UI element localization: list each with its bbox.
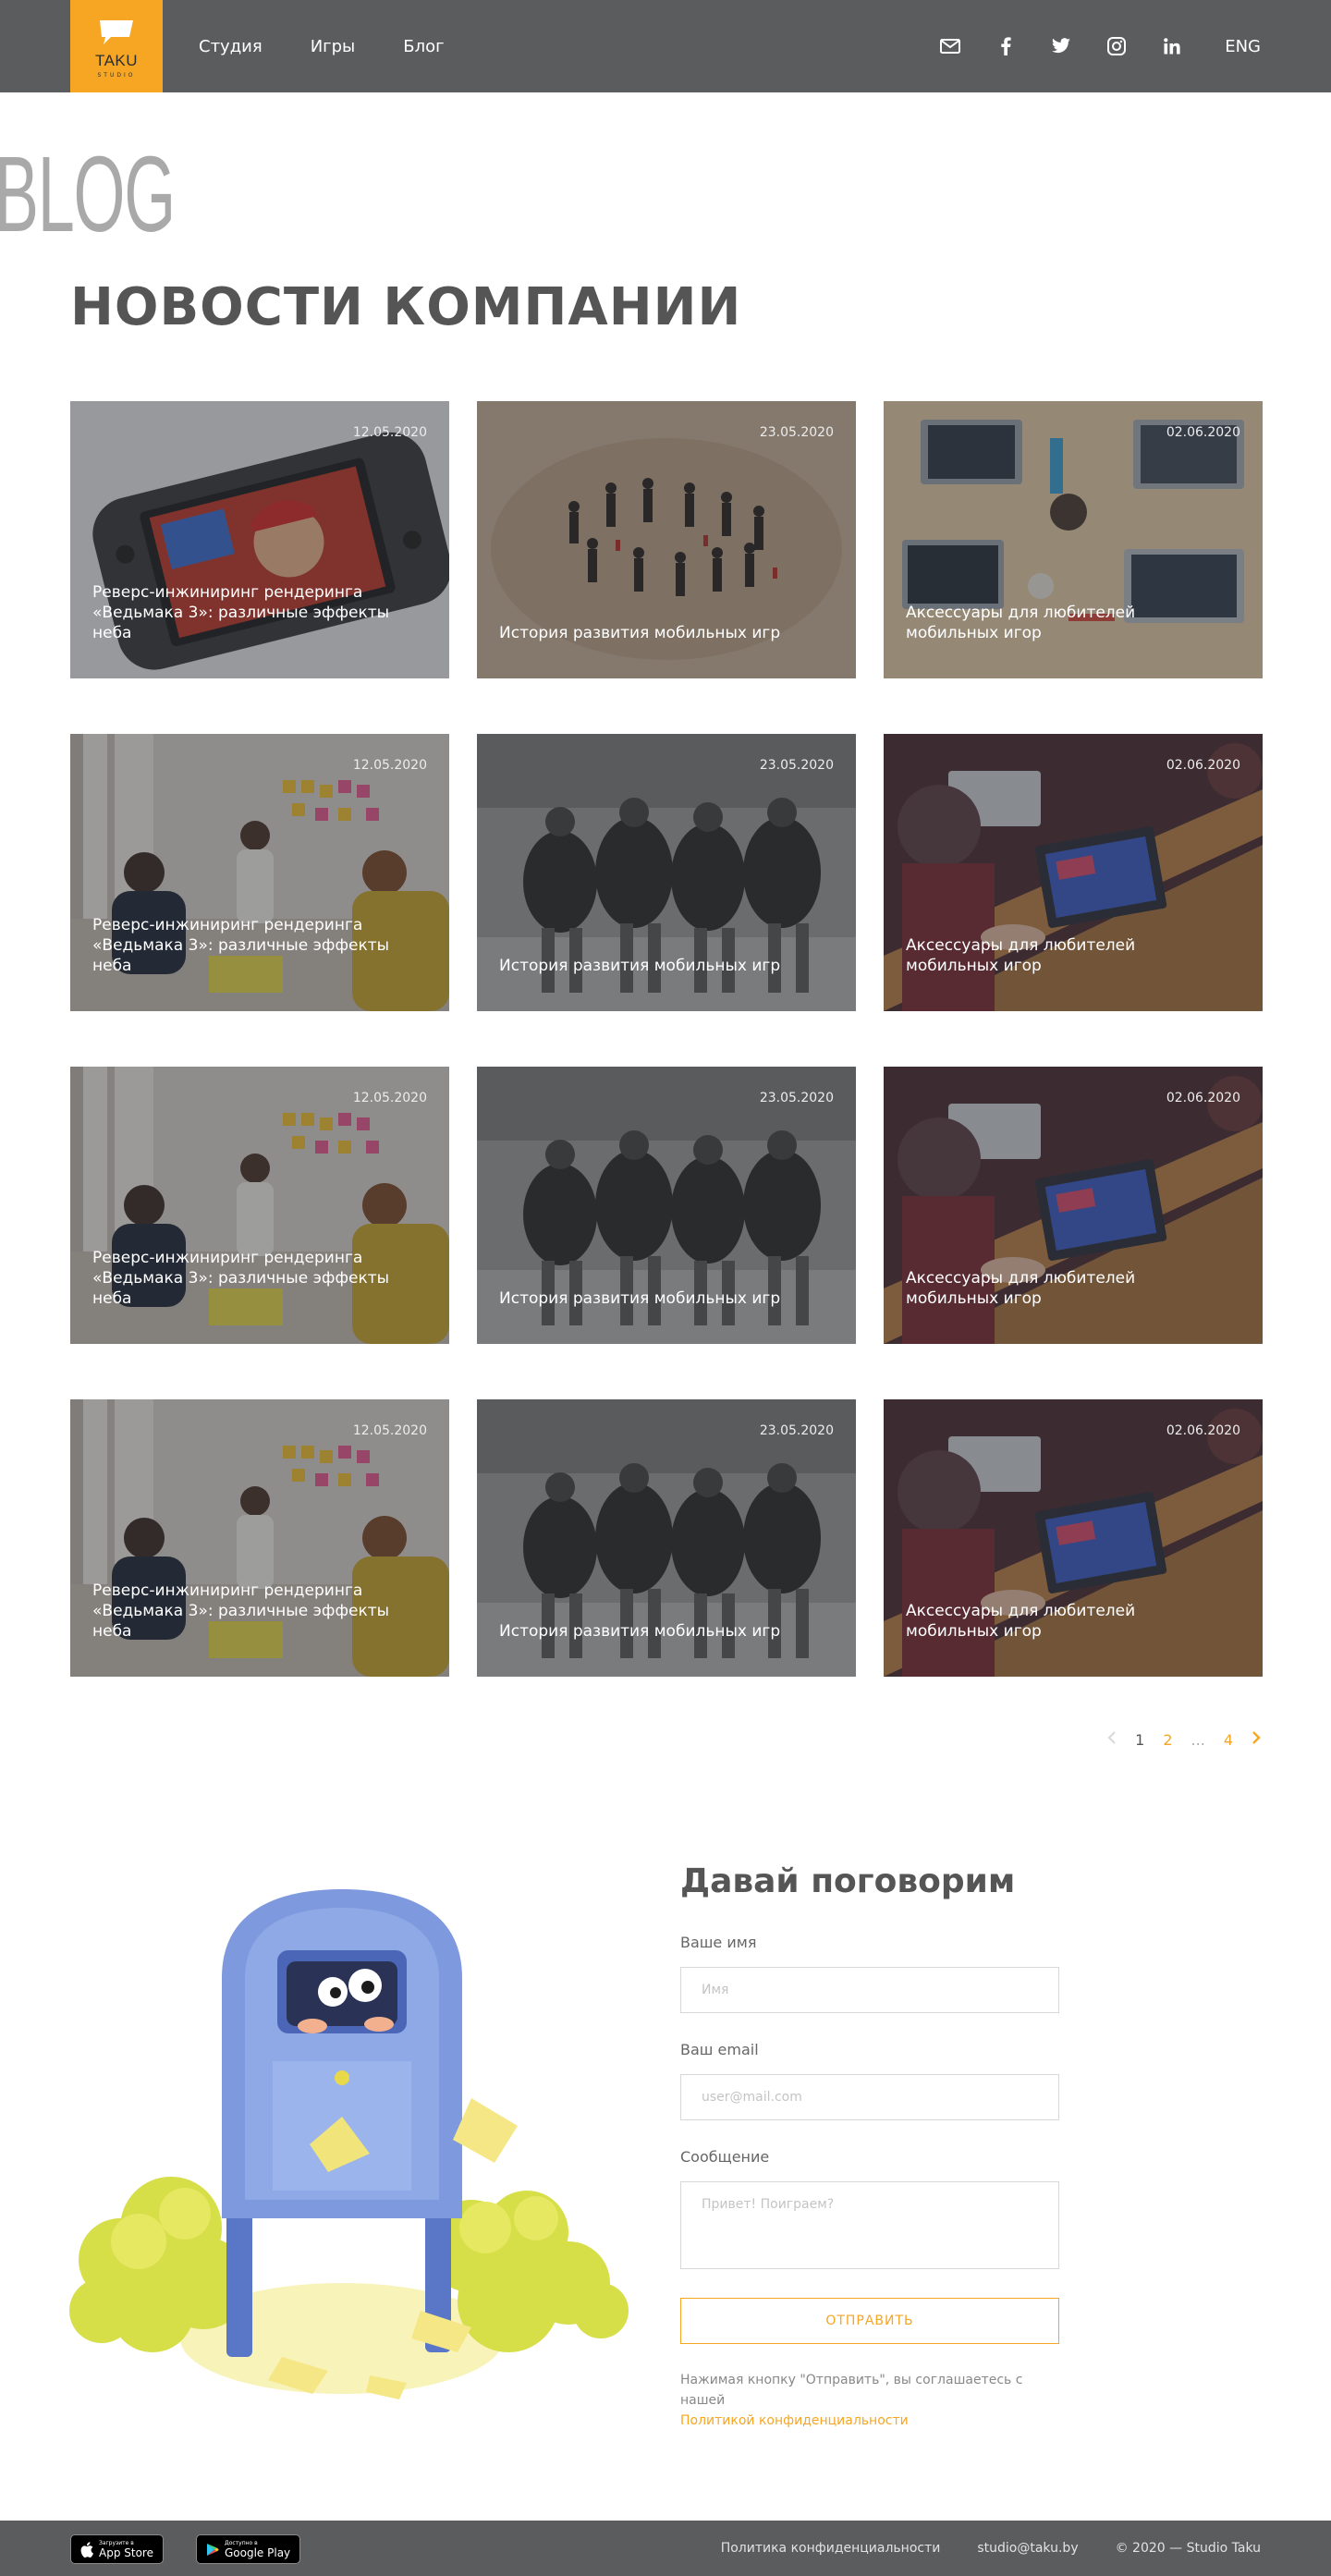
site-footer: Загрузите в App Store Доступно в Google … bbox=[0, 2521, 1331, 2576]
news-card[interactable]: 12.05.2020 Реверс-инжиниринг рендеринга «… bbox=[70, 734, 449, 1011]
nav-games[interactable]: Игры bbox=[311, 37, 356, 56]
mailbox-illustration bbox=[69, 1889, 629, 2399]
logo-subtext: STUDIO bbox=[97, 72, 136, 79]
message-label: Сообщение bbox=[680, 2148, 770, 2166]
main-nav: Студия Игры Блог bbox=[199, 0, 445, 92]
card-title[interactable]: Аксессуары для любителей мобильных игор bbox=[906, 1601, 1220, 1642]
page-2[interactable]: 2 bbox=[1163, 1731, 1172, 1749]
news-card[interactable]: 23.05.2020 История развития мобильных игр bbox=[477, 401, 856, 678]
news-card[interactable]: 02.06.2020 Аксессуары для любителей мобил… bbox=[884, 1067, 1263, 1344]
footer-email-link[interactable]: studio@taku.by bbox=[977, 2541, 1078, 2556]
header-actions: ENG bbox=[938, 0, 1261, 92]
card-title[interactable]: История развития мобильных игр bbox=[499, 1288, 813, 1309]
pagination: 1 2 ... 4 bbox=[1107, 1730, 1261, 1749]
submit-button[interactable]: ОТПРАВИТЬ bbox=[680, 2298, 1059, 2344]
app-store-badge[interactable]: Загрузите в App Store bbox=[70, 2534, 164, 2564]
card-title[interactable]: Реверс-инжиниринг рендеринга «Ведьмака 3… bbox=[92, 1581, 407, 1642]
card-date: 12.05.2020 bbox=[352, 425, 427, 440]
facebook-icon[interactable] bbox=[994, 34, 1018, 58]
card-title[interactable]: Реверс-инжиниринг рендеринга «Ведьмака 3… bbox=[92, 582, 407, 643]
page-ellipsis: ... bbox=[1191, 1730, 1205, 1749]
instagram-icon[interactable] bbox=[1105, 34, 1129, 58]
page-1[interactable]: 1 bbox=[1135, 1731, 1144, 1749]
appstore-small-text: Загрузите в bbox=[99, 2539, 134, 2546]
news-card[interactable]: 23.05.2020 История развития мобильных игр bbox=[477, 1067, 856, 1344]
google-play-icon bbox=[207, 2543, 219, 2556]
message-textarea[interactable] bbox=[680, 2181, 1059, 2269]
taku-logo[interactable]: TAKU STUDIO bbox=[70, 0, 163, 92]
blog-watermark: BLOG bbox=[0, 134, 176, 254]
email-label: Ваш email bbox=[680, 2041, 759, 2058]
card-date: 02.06.2020 bbox=[1166, 1423, 1240, 1438]
privacy-policy-link[interactable]: Политикой конфиденциальности bbox=[680, 2413, 909, 2428]
footer-privacy-link[interactable]: Политика конфиденциальности bbox=[721, 2541, 941, 2556]
googleplay-big-text: Google Play bbox=[225, 2545, 291, 2559]
news-card[interactable]: 02.06.2020 Аксессуары для любителей мобил… bbox=[884, 401, 1263, 678]
card-title[interactable]: История развития мобильных игр bbox=[499, 956, 813, 976]
google-play-badge[interactable]: Доступно в Google Play bbox=[196, 2534, 301, 2564]
page-title: НОВОСТИ КОМПАНИИ bbox=[70, 277, 742, 337]
nav-blog[interactable]: Блог bbox=[403, 37, 444, 56]
card-date: 02.06.2020 bbox=[1166, 1091, 1240, 1105]
logo-bubble-icon bbox=[100, 20, 133, 44]
card-date: 23.05.2020 bbox=[759, 1423, 834, 1438]
language-switch[interactable]: ENG bbox=[1225, 37, 1261, 56]
news-card[interactable]: 23.05.2020 История развития мобильных игр bbox=[477, 1399, 856, 1677]
card-title[interactable]: Аксессуары для любителей мобильных игор bbox=[906, 1268, 1220, 1309]
twitter-icon[interactable] bbox=[1049, 34, 1073, 58]
card-title[interactable]: История развития мобильных игр bbox=[499, 623, 813, 643]
footer-copyright: © 2020 — Studio Taku bbox=[1115, 2541, 1261, 2556]
news-card[interactable]: 12.05.2020 Реверс-инжиниринг рендеринга «… bbox=[70, 401, 449, 678]
card-date: 12.05.2020 bbox=[352, 1423, 427, 1438]
card-date: 12.05.2020 bbox=[352, 758, 427, 773]
footer-links: Политика конфиденциальности studio@taku.… bbox=[721, 2521, 1261, 2576]
mail-icon[interactable] bbox=[938, 34, 962, 58]
card-title[interactable]: Реверс-инжиниринг рендеринга «Ведьмака 3… bbox=[92, 1248, 407, 1309]
card-date: 02.06.2020 bbox=[1166, 425, 1240, 440]
news-card[interactable]: 02.06.2020 Аксессуары для любителей мобил… bbox=[884, 734, 1263, 1011]
page-4[interactable]: 4 bbox=[1224, 1731, 1233, 1749]
card-title[interactable]: Аксессуары для любителей мобильных игор bbox=[906, 603, 1220, 643]
card-date: 23.05.2020 bbox=[759, 1091, 834, 1105]
apple-icon bbox=[80, 2541, 93, 2558]
logo-text: TAKU bbox=[94, 52, 139, 69]
name-input[interactable] bbox=[680, 1967, 1059, 2013]
appstore-big-text: App Store bbox=[99, 2545, 153, 2559]
consent-text: Нажимая кнопку "Отправить", вы соглашает… bbox=[680, 2373, 1023, 2408]
nav-studio[interactable]: Студия bbox=[199, 37, 263, 56]
news-grid: 12.05.2020 Реверс-инжиниринг рендеринга «… bbox=[70, 401, 1263, 1677]
card-date: 23.05.2020 bbox=[759, 425, 834, 440]
site-header: TAKU STUDIO Студия Игры Блог ENG bbox=[0, 0, 1331, 92]
card-title[interactable]: Аксессуары для любителей мобильных игор bbox=[906, 935, 1220, 976]
news-card[interactable]: 23.05.2020 История развития мобильных игр bbox=[477, 734, 856, 1011]
card-title[interactable]: История развития мобильных игр bbox=[499, 1621, 813, 1642]
contact-title: Давай поговорим bbox=[680, 1862, 1016, 1900]
prev-page-icon[interactable] bbox=[1107, 1730, 1117, 1749]
news-card[interactable]: 02.06.2020 Аксессуары для любителей мобил… bbox=[884, 1399, 1263, 1677]
card-title[interactable]: Реверс-инжиниринг рендеринга «Ведьмака 3… bbox=[92, 915, 407, 976]
consent-note: Нажимая кнопку "Отправить", вы соглашает… bbox=[680, 2370, 1068, 2431]
card-date: 23.05.2020 bbox=[759, 758, 834, 773]
news-card[interactable]: 12.05.2020 Реверс-инжиниринг рендеринга «… bbox=[70, 1399, 449, 1677]
name-label: Ваше имя bbox=[680, 1934, 757, 1951]
card-date: 02.06.2020 bbox=[1166, 758, 1240, 773]
news-card[interactable]: 12.05.2020 Реверс-инжиниринг рендеринга «… bbox=[70, 1067, 449, 1344]
googleplay-small-text: Доступно в bbox=[225, 2539, 258, 2546]
email-input[interactable] bbox=[680, 2074, 1059, 2120]
card-date: 12.05.2020 bbox=[352, 1091, 427, 1105]
next-page-icon[interactable] bbox=[1252, 1730, 1261, 1749]
linkedin-icon[interactable] bbox=[1160, 34, 1184, 58]
